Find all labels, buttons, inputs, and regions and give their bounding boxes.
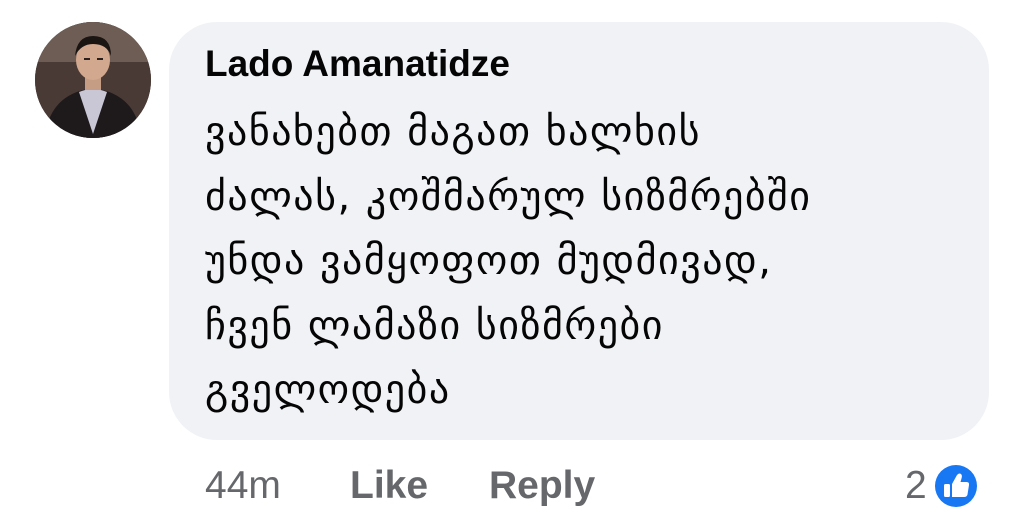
comment-text: ვანახებთ მაგათ ხალხის ძალას, კოშმარულ სი… (205, 100, 975, 423)
avatar[interactable] (35, 22, 151, 138)
comment-text-line: ვანახებთ მაგათ ხალხის (205, 109, 701, 155)
reaction-count: 2 (905, 464, 927, 507)
like-thumbs-up-icon (931, 462, 980, 510)
reply-button[interactable]: Reply (489, 458, 595, 514)
comment-timestamp[interactable]: 44m (205, 458, 281, 514)
reaction-summary[interactable]: 2 (905, 458, 981, 514)
comment-text-line: ძალას, კოშმარულ სიზმრებში (205, 173, 812, 220)
comment: Lado Amanatidze ვანახებთ მაგათ ხალხის ძა… (0, 0, 1024, 521)
comment-text-line: უნდა ვამყოფოთ მუდმივად, (205, 238, 773, 284)
comment-text-line: გველოდება (205, 367, 451, 413)
comment-author[interactable]: Lado Amanatidze (205, 40, 510, 88)
comment-text-line: ჩვენ ლამაზი სიზმრები (205, 302, 664, 349)
like-button[interactable]: Like (350, 458, 428, 514)
avatar-photo (35, 22, 151, 138)
